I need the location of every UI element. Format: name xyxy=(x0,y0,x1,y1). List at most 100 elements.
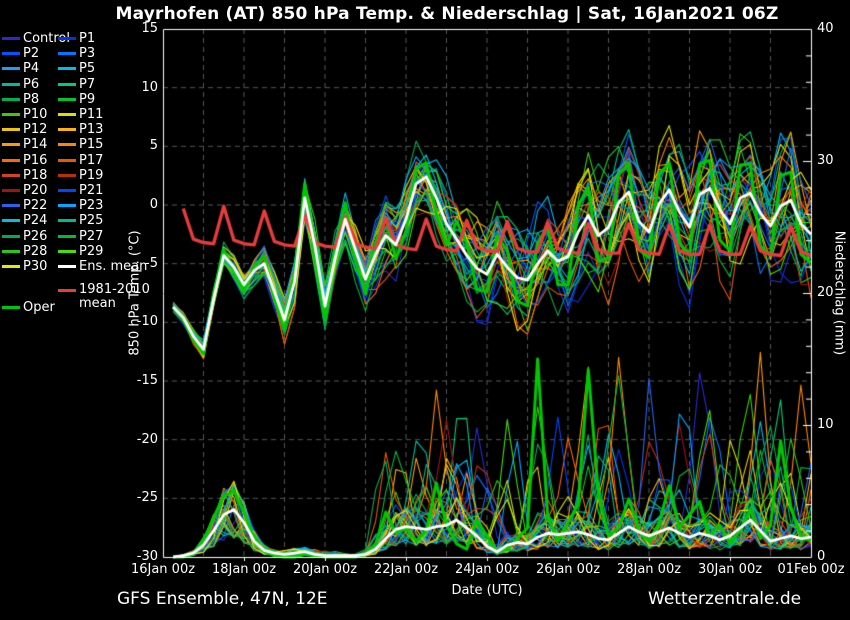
legend-swatch xyxy=(58,67,76,70)
legend-label: P7 xyxy=(79,77,95,92)
legend-swatch xyxy=(2,98,20,101)
legend-swatch xyxy=(58,37,76,40)
legend-item-p7: P7 xyxy=(58,77,176,92)
date-tick-label: 16Jan 00z xyxy=(123,562,203,577)
legend-item-p3: P3 xyxy=(58,46,176,61)
legend-label: P4 xyxy=(23,61,39,76)
legend-label: P17 xyxy=(79,153,103,168)
legend-label: P9 xyxy=(79,92,95,107)
temp-tick-label: 10 xyxy=(118,80,158,95)
legend-swatch xyxy=(58,83,76,86)
legend-item-p5: P5 xyxy=(58,61,176,76)
legend-item-p29: P29 xyxy=(58,244,176,259)
legend-swatch xyxy=(2,143,20,146)
temp-tick-label: 5 xyxy=(118,138,158,153)
legend-item-p19: P19 xyxy=(58,168,176,183)
legend-item-p21: P21 xyxy=(58,183,176,198)
legend-label: P25 xyxy=(79,213,103,228)
chart-title: Mayrhofen (AT) 850 hPa Temp. & Niedersch… xyxy=(44,4,850,24)
date-tick-label: 22Jan 00z xyxy=(366,562,446,577)
legend-swatch xyxy=(2,83,20,86)
legend-swatch xyxy=(2,67,20,70)
legend-label: P30 xyxy=(23,259,47,274)
legend-swatch xyxy=(2,250,20,253)
temp-tick-label: -15 xyxy=(118,373,158,388)
legend-item-1981-2010-mean: 1981-2010 mean xyxy=(58,283,176,311)
legend-swatch xyxy=(58,128,76,131)
legend-item-p15: P15 xyxy=(58,137,176,152)
legend-label: P27 xyxy=(79,229,103,244)
legend-swatch xyxy=(2,159,20,162)
legend-swatch xyxy=(58,235,76,238)
legend-swatch xyxy=(2,219,20,222)
footer-site: Wetterzentrale.de xyxy=(648,589,801,609)
legend-swatch xyxy=(58,219,76,222)
legend-label: P14 xyxy=(23,137,47,152)
footer-model-info: GFS Ensemble, 47N, 12E xyxy=(117,589,328,609)
legend-item-p13: P13 xyxy=(58,122,176,137)
legend-item-p1: P1 xyxy=(58,31,176,46)
legend-swatch xyxy=(58,265,76,268)
temp-axis-label: 850 hPa Temp. (°C) xyxy=(128,230,143,355)
legend-item-p9: P9 xyxy=(58,92,176,107)
date-tick-label: 20Jan 00z xyxy=(285,562,365,577)
legend-label: P28 xyxy=(23,244,47,259)
legend-label: P1 xyxy=(79,31,95,46)
legend-label: P13 xyxy=(79,122,103,137)
temp-tick-label: 0 xyxy=(118,197,158,212)
legend-swatch xyxy=(2,265,20,268)
legend-swatch xyxy=(58,204,76,207)
legend-swatch xyxy=(58,143,76,146)
legend-swatch xyxy=(2,128,20,131)
legend-swatch xyxy=(2,113,20,116)
legend-label: P10 xyxy=(23,107,47,122)
legend-label: P15 xyxy=(79,137,103,152)
temp-tick-label: -20 xyxy=(118,432,158,447)
precip-tick-label: 30 xyxy=(817,153,850,168)
legend-swatch xyxy=(58,289,76,292)
legend-item-p23: P23 xyxy=(58,198,176,213)
legend-swatch xyxy=(2,306,20,309)
legend-label: P20 xyxy=(23,183,47,198)
legend-swatch xyxy=(58,174,76,177)
legend-swatch xyxy=(2,37,20,40)
legend-label: P22 xyxy=(23,198,47,213)
legend-swatch xyxy=(2,235,20,238)
date-tick-label: 26Jan 00z xyxy=(528,562,608,577)
date-axis-label: Date (UTC) xyxy=(451,583,522,598)
temp-tick-label: 15 xyxy=(118,21,158,36)
legend-swatch xyxy=(58,159,76,162)
legend-swatch xyxy=(58,98,76,101)
precip-tick-label: 40 xyxy=(817,21,850,36)
legend-label: P6 xyxy=(23,77,39,92)
legend-swatch xyxy=(58,113,76,116)
legend-label: P26 xyxy=(23,229,47,244)
legend-swatch xyxy=(58,189,76,192)
legend-label: P16 xyxy=(23,153,47,168)
legend-swatch xyxy=(2,52,20,55)
precip-tick-label: 10 xyxy=(817,417,850,432)
legend-item-p11: P11 xyxy=(58,107,176,122)
legend-label: P11 xyxy=(79,107,103,122)
legend-label: P21 xyxy=(79,183,103,198)
legend-swatch xyxy=(58,250,76,253)
legend-item-p25: P25 xyxy=(58,213,176,228)
legend-label: P3 xyxy=(79,46,95,61)
legend-item-p27: P27 xyxy=(58,228,176,243)
date-tick-label: 01Feb 00z xyxy=(771,562,850,577)
legend-label: P19 xyxy=(79,168,103,183)
legend-swatch xyxy=(2,174,20,177)
temp-tick-label: -25 xyxy=(118,490,158,505)
legend-item-p17: P17 xyxy=(58,153,176,168)
date-tick-label: 30Jan 00z xyxy=(690,562,770,577)
precip-axis-label: Niederschlag (mm) xyxy=(832,231,847,356)
meteogram: Mayrhofen (AT) 850 hPa Temp. & Niedersch… xyxy=(0,0,850,620)
legend-column-2: P1P3P5P7P9P11P13P15P17P19P21P23P25P27P29… xyxy=(58,31,176,311)
legend-swatch xyxy=(58,52,76,55)
legend-label: P5 xyxy=(79,61,95,76)
legend-label: P12 xyxy=(23,122,47,137)
date-tick-label: 28Jan 00z xyxy=(609,562,689,577)
legend-label: Oper xyxy=(23,300,55,315)
legend-label: P23 xyxy=(79,198,103,213)
legend-item-ens-mean: Ens. mean xyxy=(58,259,176,274)
